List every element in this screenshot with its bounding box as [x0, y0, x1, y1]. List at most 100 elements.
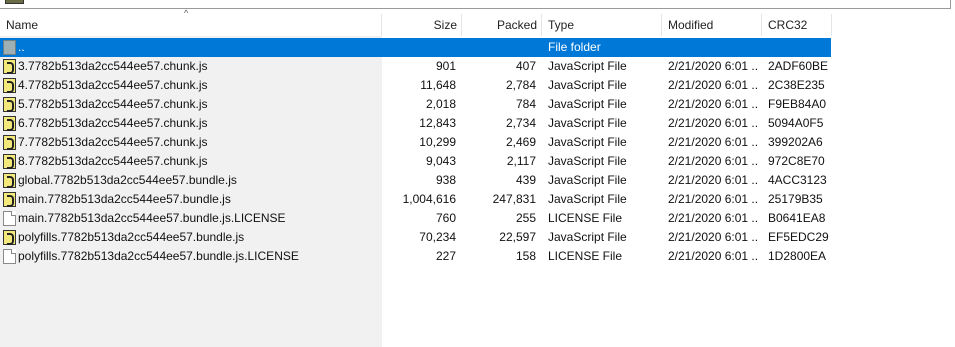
file-row[interactable]: 5.7782b513da2cc544ee57.chunk.js 2,018 784 J… [0, 95, 831, 114]
file-modified: 2/21/2020 6:01 ... [668, 249, 758, 263]
file-modified: 2/21/2020 6:01 ... [668, 135, 758, 149]
file-type: LICENSE File [548, 249, 623, 263]
file-modified: 2/21/2020 6:01 ... [668, 192, 758, 206]
file-name: .. [18, 40, 25, 54]
file-crc32: EF5EDC29 [768, 230, 829, 244]
js-file-icon [3, 154, 16, 169]
file-packed-size: 2,469 [505, 135, 536, 149]
file-name: polyfills.7782b513da2cc544ee57.bundle.js [18, 230, 245, 244]
file-type: JavaScript File [548, 154, 627, 168]
file-crc32: 4ACC3123 [768, 173, 827, 187]
js-file-icon [3, 97, 16, 112]
js-file-icon [3, 116, 16, 131]
column-header-type[interactable]: Type [542, 14, 662, 36]
file-name: main.7782b513da2cc544ee57.bundle.js [18, 192, 231, 206]
file-crc32: B0641EA8 [768, 211, 826, 225]
file-crc32: F9EB84A0 [768, 97, 827, 111]
file-size: 70,234 [419, 230, 456, 244]
file-packed-size: 2,784 [505, 78, 536, 92]
file-row[interactable]: global.7782b513da2cc544ee57.bundle.js 938… [0, 171, 831, 190]
file-row[interactable]: main.7782b513da2cc544ee57.bundle.js.LICE… [0, 209, 831, 228]
js-file-icon [3, 173, 16, 188]
column-header-packed[interactable]: Packed [462, 14, 542, 36]
address-bar[interactable] [0, 0, 955, 10]
file-packed-size: 2,734 [505, 116, 536, 130]
js-file-icon [3, 78, 16, 93]
file-modified: 2/21/2020 6:01 ... [668, 97, 758, 111]
file-type: JavaScript File [548, 97, 627, 111]
folder-up-icon [3, 40, 16, 55]
file-size: 760 [435, 211, 456, 225]
file-packed-size [460, 38, 536, 57]
file-size: 9,043 [425, 154, 456, 168]
js-file-icon [3, 59, 16, 74]
file-crc32: 399202A6 [768, 135, 823, 149]
file-packed-size: 439 [515, 173, 536, 187]
file-crc32: 972C8E70 [768, 154, 825, 168]
file-type: JavaScript File [548, 173, 627, 187]
file-size: 901 [435, 59, 456, 73]
file-modified: 2/21/2020 6:01 ... [668, 78, 758, 92]
file-size: 227 [435, 249, 456, 263]
file-name: 8.7782b513da2cc544ee57.chunk.js [18, 154, 208, 168]
file-crc32: 2ADF60BE [768, 59, 829, 73]
file-packed-size: 247,831 [492, 192, 536, 206]
file-modified: 2/21/2020 6:01 ... [668, 154, 758, 168]
file-size: 12,843 [419, 116, 456, 130]
column-header-name[interactable]: Name [0, 14, 382, 36]
file-name: 5.7782b513da2cc544ee57.chunk.js [18, 97, 208, 111]
file-size: 2,018 [425, 97, 456, 111]
file-name: polyfills.7782b513da2cc544ee57.bundle.js… [18, 249, 299, 263]
file-row[interactable]: polyfills.7782b513da2cc544ee57.bundle.js… [0, 228, 831, 247]
file-name: global.7782b513da2cc544ee57.bundle.js [18, 173, 237, 187]
file-crc32: 1D2800EA [768, 249, 827, 263]
file-packed-size: 784 [515, 97, 536, 111]
file-row[interactable]: 3.7782b513da2cc544ee57.chunk.js 901 407 Jav… [0, 57, 831, 76]
file-type: JavaScript File [548, 192, 627, 206]
file-modified: 2/21/2020 6:01 ... [668, 230, 758, 244]
file-name: 7.7782b513da2cc544ee57.chunk.js [18, 135, 208, 149]
file-modified: 2/21/2020 6:01 ... [668, 116, 758, 130]
file-type: JavaScript File [548, 59, 627, 73]
file-row[interactable]: 6.7782b513da2cc544ee57.chunk.js 12,843 2,7… [0, 114, 831, 133]
file-type: JavaScript File [548, 135, 627, 149]
file-size: 938 [435, 173, 456, 187]
document-icon [3, 211, 16, 226]
file-crc32: 25179B35 [768, 192, 823, 206]
file-type: JavaScript File [548, 230, 627, 244]
file-type: File folder [548, 40, 601, 54]
file-row[interactable]: 7.7782b513da2cc544ee57.chunk.js 10,299 2,4… [0, 133, 831, 152]
js-file-icon [3, 230, 16, 245]
file-packed-size: 158 [515, 249, 536, 263]
file-crc32 [768, 38, 830, 57]
parent-folder-row[interactable]: .. File folder [0, 38, 831, 57]
path-field[interactable] [0, 0, 951, 9]
column-header-row: Name Size Packed Type Modified CRC32 [0, 14, 955, 36]
column-header-modified[interactable]: Modified [662, 14, 762, 36]
file-row[interactable]: main.7782b513da2cc544ee57.bundle.js 1,004… [0, 190, 831, 209]
file-size: 1,004,616 [402, 192, 456, 206]
file-row[interactable]: 4.7782b513da2cc544ee57.chunk.js 11,648 2,7… [0, 76, 831, 95]
file-name: main.7782b513da2cc544ee57.bundle.js.LICE… [18, 211, 286, 225]
file-size: 11,648 [420, 78, 456, 92]
file-name: 3.7782b513da2cc544ee57.chunk.js [18, 59, 208, 73]
file-type: LICENSE File [548, 211, 623, 225]
column-header-crc32[interactable]: CRC32 [762, 14, 832, 36]
file-packed-size: 255 [515, 211, 536, 225]
column-header-size[interactable]: Size [382, 14, 462, 36]
file-packed-size: 2,117 [506, 154, 536, 168]
file-row[interactable]: polyfills.7782b513da2cc544ee57.bundle.js… [0, 247, 831, 266]
file-size [382, 38, 456, 57]
file-name: 6.7782b513da2cc544ee57.chunk.js [18, 116, 208, 130]
file-modified [668, 38, 758, 57]
file-name: 4.7782b513da2cc544ee57.chunk.js [18, 78, 208, 92]
file-crc32: 2C38E235 [768, 78, 825, 92]
file-type: JavaScript File [548, 116, 627, 130]
file-crc32: 5094A0F5 [768, 116, 824, 130]
file-packed-size: 22,597 [499, 230, 536, 244]
document-icon [3, 249, 16, 264]
file-row[interactable]: 8.7782b513da2cc544ee57.chunk.js 9,043 2,11… [0, 152, 831, 171]
js-file-icon [3, 135, 16, 150]
file-size: 10,299 [419, 135, 456, 149]
file-type: JavaScript File [548, 78, 627, 92]
